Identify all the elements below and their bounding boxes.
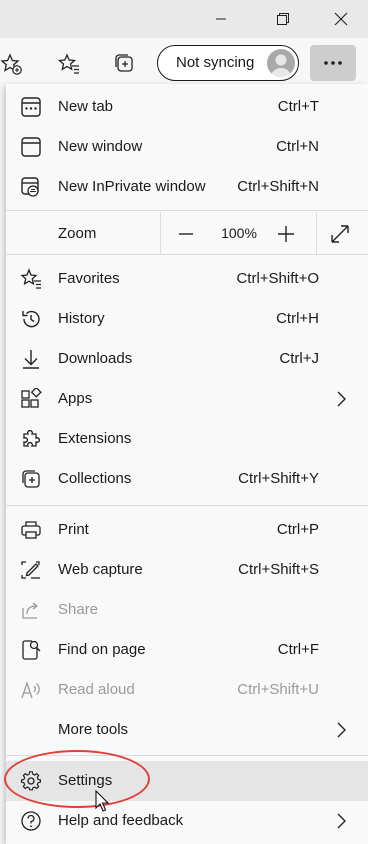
print-icon bbox=[21, 521, 41, 539]
menu-item-label: History bbox=[58, 310, 105, 327]
avatar bbox=[267, 49, 295, 77]
mouse-cursor-icon bbox=[95, 790, 110, 812]
zoom-divider bbox=[316, 212, 317, 254]
menu-item-label: Collections bbox=[58, 470, 132, 487]
menu-item-find-on-page[interactable]: Find on page Ctrl+F bbox=[6, 630, 368, 670]
menu-item-label: More tools bbox=[58, 721, 129, 738]
menu-item-new-tab[interactable]: New tab Ctrl+T bbox=[6, 87, 368, 127]
menu-item-label: Print bbox=[58, 521, 89, 538]
favorites-button[interactable] bbox=[52, 46, 86, 82]
apps-icon bbox=[21, 388, 42, 408]
shortcut-label: Ctrl+P bbox=[276, 521, 319, 538]
menu-item-print[interactable]: Print Ctrl+P bbox=[6, 510, 368, 550]
menu-item-favorites[interactable]: Favorites Ctrl+Shift+O bbox=[6, 259, 368, 299]
menu-item-label: Favorites bbox=[58, 270, 120, 287]
menu-item-label: Web capture bbox=[58, 561, 143, 578]
shortcut-label: Ctrl+Shift+N bbox=[237, 178, 319, 195]
menu-item-web-capture[interactable]: Web capture Ctrl+Shift+S bbox=[6, 550, 368, 590]
chevron-right-icon bbox=[337, 813, 346, 829]
menu-item-label: Apps bbox=[58, 390, 93, 407]
shortcut-label: Ctrl+Shift+O bbox=[236, 270, 319, 287]
add-favorite-button[interactable] bbox=[0, 46, 28, 82]
menu-item-extensions[interactable]: Extensions bbox=[6, 419, 368, 459]
shortcut-label: Ctrl+Shift+Y bbox=[238, 470, 319, 487]
web-capture-icon bbox=[21, 561, 40, 579]
shortcut-label: Ctrl+N bbox=[276, 138, 319, 155]
menu-item-label: Help and feedback bbox=[58, 812, 184, 829]
shortcut-label: Ctrl+H bbox=[276, 310, 319, 327]
shortcut-label: Ctrl+Shift+U bbox=[237, 681, 319, 698]
menu-divider bbox=[6, 254, 368, 255]
zoom-out-button[interactable] bbox=[172, 220, 200, 248]
sync-status-label: Not syncing bbox=[176, 54, 255, 71]
title-bar bbox=[0, 0, 368, 38]
zoom-row: Zoom 100% bbox=[6, 212, 368, 254]
menu-item-label: New window bbox=[58, 138, 143, 155]
highlight-annotation bbox=[4, 750, 150, 808]
favorites-icon bbox=[57, 53, 79, 74]
new-window-icon bbox=[21, 137, 41, 157]
settings-and-more-button[interactable] bbox=[310, 45, 356, 81]
fullscreen-button[interactable] bbox=[326, 220, 354, 248]
star-add-icon bbox=[0, 53, 22, 75]
menu-item-new-window[interactable]: New window Ctrl+N bbox=[6, 127, 368, 167]
shortcut-label: Ctrl+J bbox=[279, 350, 319, 367]
find-icon bbox=[22, 640, 41, 660]
minimize-icon bbox=[216, 18, 226, 20]
history-icon bbox=[22, 310, 40, 328]
more-dots-icon bbox=[324, 61, 342, 65]
minimize-button[interactable] bbox=[198, 0, 244, 38]
plus-icon bbox=[278, 226, 294, 242]
menu-item-label: New InPrivate window bbox=[58, 178, 206, 195]
new-tab-icon bbox=[21, 97, 41, 117]
read-aloud-icon bbox=[21, 680, 40, 699]
restore-button[interactable] bbox=[260, 0, 306, 38]
minus-icon bbox=[179, 233, 193, 235]
person-icon bbox=[271, 54, 291, 77]
menu-item-read-aloud: Read aloud Ctrl+Shift+U bbox=[6, 670, 368, 710]
restore-icon bbox=[277, 13, 289, 25]
close-icon bbox=[334, 12, 348, 26]
menu-item-label: Downloads bbox=[58, 350, 133, 367]
download-icon bbox=[23, 350, 39, 369]
collections-icon bbox=[22, 470, 40, 488]
profile-sync-button[interactable]: Not syncing bbox=[157, 45, 299, 81]
close-window-button[interactable] bbox=[318, 0, 364, 38]
shortcut-label: Ctrl+F bbox=[277, 641, 319, 658]
menu-item-label: New tab bbox=[58, 98, 114, 115]
menu-item-more-tools[interactable]: More tools bbox=[6, 710, 368, 750]
menu-item-label: Read aloud bbox=[58, 681, 135, 698]
fullscreen-icon bbox=[331, 225, 349, 243]
help-icon bbox=[21, 811, 41, 831]
chevron-right-icon bbox=[337, 391, 346, 407]
shortcut-label: Ctrl+Shift+S bbox=[238, 561, 319, 578]
menu-item-new-inprivate-window[interactable]: New InPrivate window Ctrl+Shift+N bbox=[6, 167, 368, 207]
menu-divider bbox=[6, 505, 368, 506]
menu-item-apps[interactable]: Apps bbox=[6, 379, 368, 419]
menu-item-share: Share bbox=[6, 590, 368, 630]
zoom-in-button[interactable] bbox=[272, 220, 300, 248]
shortcut-label: Ctrl+T bbox=[277, 98, 319, 115]
browser-toolbar: Not syncing bbox=[0, 38, 368, 90]
menu-item-label: Find on page bbox=[58, 641, 146, 658]
collections-button[interactable] bbox=[108, 46, 142, 82]
settings-menu: New tab Ctrl+T New window Ctrl+N New InP… bbox=[6, 84, 368, 844]
menu-item-collections[interactable]: Collections Ctrl+Shift+Y bbox=[6, 459, 368, 499]
menu-item-downloads[interactable]: Downloads Ctrl+J bbox=[6, 339, 368, 379]
zoom-label: Zoom bbox=[58, 225, 97, 242]
menu-item-history[interactable]: History Ctrl+H bbox=[6, 299, 368, 339]
zoom-level: 100% bbox=[221, 225, 257, 241]
zoom-divider bbox=[160, 212, 161, 254]
collections-icon bbox=[115, 54, 133, 72]
menu-item-label: Share bbox=[58, 601, 99, 618]
favorites-icon bbox=[20, 268, 41, 289]
share-icon bbox=[22, 602, 39, 619]
menu-divider bbox=[6, 210, 368, 211]
extensions-icon bbox=[23, 429, 41, 447]
inprivate-icon bbox=[21, 177, 39, 197]
chevron-right-icon bbox=[337, 722, 346, 738]
menu-item-label: Extensions bbox=[58, 430, 132, 447]
